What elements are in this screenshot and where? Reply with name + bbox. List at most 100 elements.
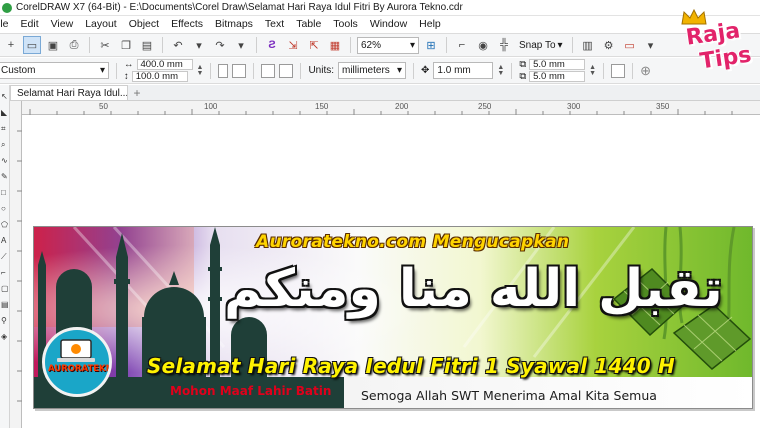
shape-tool-icon[interactable]: ◣ xyxy=(1,109,9,117)
menu-bitmaps[interactable]: Bitmaps xyxy=(209,18,259,30)
new-tab-icon[interactable]: + xyxy=(130,86,144,100)
show-rulers-icon[interactable]: ⌐ xyxy=(453,36,471,54)
crop-tool-icon[interactable]: ⌗ xyxy=(1,125,9,133)
cut-icon[interactable]: ✂ xyxy=(96,36,114,54)
menu-window[interactable]: Window xyxy=(364,18,413,30)
menu-file[interactable]: ile xyxy=(0,18,15,30)
ruler-label: 300 xyxy=(567,102,581,111)
polygon-tool-icon[interactable]: ⬠ xyxy=(1,221,9,229)
window-title: CorelDRAW X7 (64-Bit) - E:\Documents\Cor… xyxy=(16,2,463,13)
show-guidelines-icon[interactable]: ╬ xyxy=(495,36,513,54)
redo-dropdown-icon[interactable]: ▾ xyxy=(232,36,250,54)
duplicate-distance: ⧉ 5.0 mm ⧉ 5.0 mm xyxy=(519,59,586,82)
toolbar-separator xyxy=(256,37,257,53)
menu-object[interactable]: Object xyxy=(123,18,165,30)
chevron-down-icon: ▾ xyxy=(557,39,563,51)
toolbar-separator xyxy=(632,62,634,79)
connector-tool-icon[interactable]: ⌐ xyxy=(1,269,9,277)
toolbar-separator xyxy=(511,62,513,79)
redo-icon[interactable]: ↷ xyxy=(211,36,229,54)
vertical-ruler-ticks xyxy=(17,130,22,402)
chevron-down-icon: ▾ xyxy=(99,65,105,76)
export-icon[interactable]: ⇱ xyxy=(305,36,323,54)
document-tab-bar: Selamat Hari Raya Idul... + xyxy=(10,85,760,101)
page-dimensions: ↔ 400.0 mm ↕ 100.0 mm xyxy=(124,59,193,82)
pick-tool-icon[interactable]: ↖ xyxy=(1,93,9,101)
duplicate-x-input[interactable]: 5.0 mm xyxy=(529,59,586,70)
coreldraw-icon xyxy=(2,2,12,13)
menu-text[interactable]: Text xyxy=(259,18,290,30)
menu-bar: ile Edit View Layout Object Effects Bitm… xyxy=(0,16,760,32)
open-document-icon[interactable]: ▭ xyxy=(23,36,41,54)
title-bar: CorelDRAW X7 (64-Bit) - E:\Documents\Cor… xyxy=(0,0,760,16)
page-height-input[interactable]: 100.0 mm xyxy=(131,71,188,82)
treat-as-filled-icon[interactable] xyxy=(611,63,626,78)
duplicate-spinner[interactable]: ▲ ▼ xyxy=(589,64,596,77)
tab-document[interactable]: Selamat Hari Raya Idul... xyxy=(10,85,128,100)
save-icon[interactable]: ▣ xyxy=(44,36,62,54)
text-tool-icon[interactable]: A xyxy=(1,237,9,245)
toolbar-separator xyxy=(413,62,414,79)
menu-effects[interactable]: Effects xyxy=(165,18,209,30)
show-grid-icon[interactable]: ◉ xyxy=(474,36,492,54)
toolbar-separator xyxy=(253,62,255,79)
search-content-icon[interactable]: Ƨ xyxy=(263,36,281,54)
import-icon[interactable]: ⇲ xyxy=(284,36,302,54)
publish-pdf-icon[interactable]: ▦ xyxy=(326,36,344,54)
welcome-screen-icon[interactable]: ▭ xyxy=(621,36,639,54)
menu-table[interactable]: Table xyxy=(290,18,327,30)
drop-shadow-icon[interactable]: ▢ xyxy=(1,285,9,293)
units-select[interactable]: millimeters ▾ xyxy=(338,62,406,79)
artistic-media-icon[interactable]: ✎ xyxy=(1,173,9,181)
raja-tips-watermark: Raja Tips xyxy=(680,8,758,82)
menu-help[interactable]: Help xyxy=(413,18,447,30)
vertical-ruler[interactable] xyxy=(10,101,22,428)
eid-banner-artwork[interactable]: AURORATEKNO Auroratekno.com Mengucapkan … xyxy=(33,226,753,409)
page-size-select[interactable]: Custom ▾ xyxy=(0,62,109,79)
zoom-tool-icon[interactable]: ⌕ xyxy=(1,141,9,149)
page-width-input[interactable]: 400.0 mm xyxy=(136,59,193,70)
launcher-dropdown-icon[interactable]: ▾ xyxy=(642,36,660,54)
eyedropper-icon[interactable]: ⚲ xyxy=(1,317,9,325)
dimension-spinner[interactable]: ▲ ▼ xyxy=(197,64,204,77)
apology-text: Mohon Maaf Lahir Batin xyxy=(170,384,332,398)
new-document-icon[interactable]: + xyxy=(2,36,20,54)
arabic-calligraphy: تقبل الله منا ومنكم xyxy=(224,259,723,319)
undo-dropdown-icon[interactable]: ▾ xyxy=(190,36,208,54)
units-label: Units: xyxy=(308,65,334,76)
ellipse-tool-icon[interactable]: ○ xyxy=(1,205,9,213)
application-launcher-icon[interactable]: ⚙ xyxy=(600,36,618,54)
horizontal-ruler[interactable]: 50 100 150 200 250 300 350 xyxy=(22,101,760,115)
toolbar-separator xyxy=(350,37,351,53)
interactive-fill-icon[interactable]: ◈ xyxy=(1,333,9,341)
toolbar-separator xyxy=(300,62,302,79)
nudge-spinner[interactable]: ▲ ▼ xyxy=(497,64,504,77)
freehand-tool-icon[interactable]: ∿ xyxy=(1,157,9,165)
parallel-dimension-icon[interactable]: ⟋ xyxy=(1,253,9,261)
menu-edit[interactable]: Edit xyxy=(15,18,45,30)
duplicate-y-icon: ⧉ xyxy=(519,71,527,82)
menu-view[interactable]: View xyxy=(45,18,80,30)
print-icon[interactable]: ⎙ xyxy=(65,36,83,54)
copy-icon[interactable]: ❐ xyxy=(117,36,135,54)
full-screen-preview-icon[interactable]: ⊞ xyxy=(422,36,440,54)
duplicate-x-icon: ⧉ xyxy=(519,59,527,70)
toolbox: ↖ ◣ ⌗ ⌕ ∿ ✎ □ ○ ⬠ A ⟋ ⌐ ▢ ▤ ⚲ ◈ xyxy=(0,85,10,428)
nudge-distance-input[interactable]: 1.0 mm xyxy=(433,62,494,79)
menu-layout[interactable]: Layout xyxy=(79,18,123,30)
undo-icon[interactable]: ↶ xyxy=(169,36,187,54)
rectangle-tool-icon[interactable]: □ xyxy=(1,189,9,197)
options-icon[interactable]: ▥ xyxy=(579,36,597,54)
transparency-tool-icon[interactable]: ▤ xyxy=(1,301,9,309)
all-pages-icon[interactable] xyxy=(261,63,276,78)
snap-to-dropdown[interactable]: Snap To ▾ xyxy=(516,40,566,51)
menu-tools[interactable]: Tools xyxy=(327,18,364,30)
paste-icon[interactable]: ▤ xyxy=(138,36,156,54)
add-preset-icon[interactable]: ⊕ xyxy=(640,63,651,79)
zoom-level-select[interactable]: 62% ▾ xyxy=(357,36,419,54)
current-page-icon[interactable] xyxy=(279,63,294,78)
duplicate-y-input[interactable]: 5.0 mm xyxy=(529,71,586,82)
portrait-icon[interactable] xyxy=(218,63,229,78)
landscape-icon[interactable] xyxy=(232,63,247,78)
aurora-tekno-logo: AURORATEKNO xyxy=(42,327,112,397)
